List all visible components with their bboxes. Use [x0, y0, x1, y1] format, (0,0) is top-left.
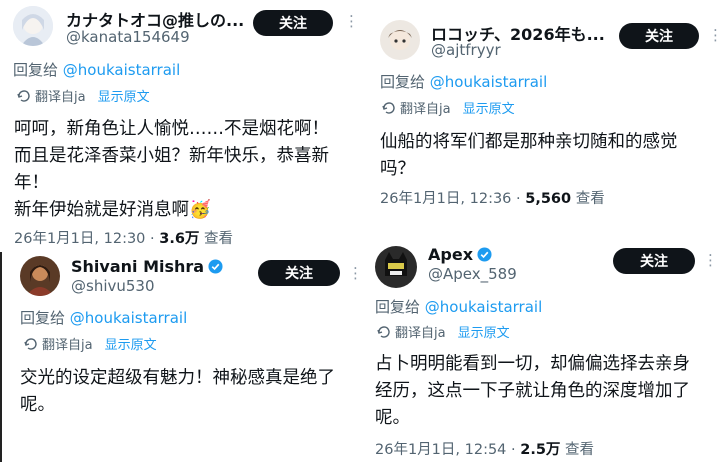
follow-button[interactable]: 关注 [619, 23, 699, 49]
follow-button[interactable]: 关注 [253, 10, 333, 36]
more-options-icon[interactable]: ⋮ [348, 266, 362, 281]
avatar-image-icon [375, 246, 417, 288]
tweet-text-line: 经历，这点一下子就让角色的深度增加了 [375, 381, 690, 401]
view-count: 2.5万 [520, 442, 561, 458]
show-original-link[interactable]: 显示原文 [105, 334, 157, 353]
tweet-text-line: 年！ [14, 173, 49, 193]
tweet-date[interactable]: 26年1月1日, 12:54 · [375, 442, 520, 458]
view-count: 5,560 [525, 191, 572, 207]
show-original-link[interactable]: 显示原文 [98, 86, 150, 105]
tweet-text-line: 呢。 [375, 408, 410, 428]
translate-icon [17, 89, 30, 102]
avatar[interactable] [13, 6, 53, 46]
avatar[interactable] [380, 20, 420, 60]
tweet-date[interactable]: 26年1月1日, 12:36 · [380, 191, 525, 207]
avatar-image-icon [13, 6, 53, 46]
tweet-text-line: 仙船的将军们都是那种亲切随和的感觉 [380, 132, 678, 152]
tweet-card-kanata[interactable]: カナタトオコ@推しの... @kanata154649 关注 ⋮ 回复给 @ho… [0, 0, 362, 252]
reply-mention-link[interactable]: @houkaistarrail [430, 73, 547, 91]
display-name[interactable]: Shivani Mishra [71, 257, 204, 276]
user-handle[interactable]: @Apex_589 [428, 265, 517, 283]
user-handle[interactable]: @kanata154649 [66, 28, 190, 46]
tweet-date[interactable]: 26年1月1日, 12:30 · [14, 231, 159, 247]
views-label: 查看 [571, 191, 605, 207]
reply-context: 回复给 @houkaistarrail [20, 307, 187, 328]
translation-row: 翻译自ja 显示原文 [17, 86, 150, 105]
translation-row: 翻译自ja 显示原文 [382, 98, 515, 117]
tweet-text-line: 新年伊始就是好消息啊🥳 [14, 200, 211, 220]
show-original-link[interactable]: 显示原文 [458, 322, 510, 341]
display-name-row[interactable]: Shivani Mishra [71, 257, 223, 276]
tweet-card-shivani[interactable]: Shivani Mishra @shivu530 关注 ⋮ 回复给 @houka… [0, 252, 362, 462]
avatar[interactable] [20, 256, 60, 296]
display-name[interactable]: Apex [428, 245, 473, 264]
reply-mention-link[interactable]: @houkaistarrail [70, 309, 187, 327]
translate-icon [382, 101, 395, 114]
translation-row: 翻译自ja 显示原文 [24, 334, 157, 353]
reply-context: 回复给 @houkaistarrail [375, 296, 542, 317]
tweet-card-apex[interactable]: Apex @Apex_589 关注 ⋮ 回复给 @houkaistarrail … [362, 236, 719, 462]
avatar-image-icon [380, 20, 420, 60]
reply-prefix: 回复给 [20, 309, 70, 327]
tweet-card-ajtfryyr[interactable]: ロコッチ、2026年も... @ajtfryyr 关注 ⋮ 回复给 @houka… [368, 6, 719, 236]
user-handle[interactable]: @ajtfryyr [431, 41, 501, 59]
tweet-text-line: 交光的设定超级有魅力！神秘感真是绝了 [20, 368, 335, 388]
follow-button[interactable]: 关注 [613, 248, 695, 274]
translate-icon [24, 337, 37, 350]
tweet-meta: 26年1月1日, 12:36 · 5,560 查看 [380, 187, 605, 208]
tweet-text-line: 占卜明明能看到一切，却偏偏选择去亲身 [375, 354, 690, 374]
tweet-text: 占卜明明能看到一切，却偏偏选择去亲身 经历，这点一下子就让角色的深度增加了 呢。 [375, 351, 717, 432]
reply-context: 回复给 @houkaistarrail [380, 71, 547, 92]
translated-from-label: 翻译自ja [42, 338, 93, 353]
view-count: 3.6万 [159, 231, 200, 247]
translated-from-label: 翻译自ja [35, 90, 86, 105]
tweet-text: 仙船的将军们都是那种亲切随和的感觉 吗？ [380, 129, 715, 183]
verified-badge-icon [477, 247, 492, 262]
translated-from-label: 翻译自ja [395, 326, 446, 341]
reply-prefix: 回复给 [375, 298, 425, 316]
reply-prefix: 回复给 [380, 73, 430, 91]
more-options-icon[interactable]: ⋮ [708, 28, 719, 43]
more-options-icon[interactable]: ⋮ [344, 14, 359, 29]
reply-context: 回复给 @houkaistarrail [13, 59, 180, 80]
follow-button[interactable]: 关注 [258, 260, 340, 286]
avatar[interactable] [375, 246, 417, 288]
show-original-link[interactable]: 显示原文 [463, 98, 515, 117]
tweet-text: 呵呵，新角色让人愉悦……不是烟花啊！ 而且是花泽香菜小姐？新年快乐，恭喜新 年！… [14, 116, 359, 224]
user-handle[interactable]: @shivu530 [71, 277, 155, 295]
translate-icon [377, 325, 390, 338]
reply-prefix: 回复给 [13, 61, 63, 79]
tweet-meta: 26年1月1日, 12:30 · 3.6万 查看 [14, 227, 233, 248]
reply-mention-link[interactable]: @houkaistarrail [63, 61, 180, 79]
display-name-row[interactable]: Apex [428, 245, 492, 264]
tweet-text-line: 呵呵，新角色让人愉悦……不是烟花啊！ [14, 119, 329, 139]
tweet-text: 交光的设定超级有魅力！神秘感真是绝了 呢。 [20, 365, 360, 419]
views-label: 查看 [199, 231, 234, 247]
tweet-text-line: 呢。 [20, 395, 55, 415]
tweet-meta: 26年1月1日, 12:54 · 2.5万 查看 [375, 438, 594, 459]
reply-mention-link[interactable]: @houkaistarrail [425, 298, 542, 316]
tweet-text-line: 而且是花泽香菜小姐？新年快乐，恭喜新 [14, 146, 329, 166]
verified-badge-icon [208, 259, 223, 274]
translation-row: 翻译自ja 显示原文 [377, 322, 510, 341]
translated-from-label: 翻译自ja [400, 102, 451, 117]
tweet-text-line: 吗？ [380, 159, 415, 179]
avatar-image-icon [20, 256, 60, 296]
views-label: 查看 [560, 442, 595, 458]
more-options-icon[interactable]: ⋮ [703, 253, 718, 268]
